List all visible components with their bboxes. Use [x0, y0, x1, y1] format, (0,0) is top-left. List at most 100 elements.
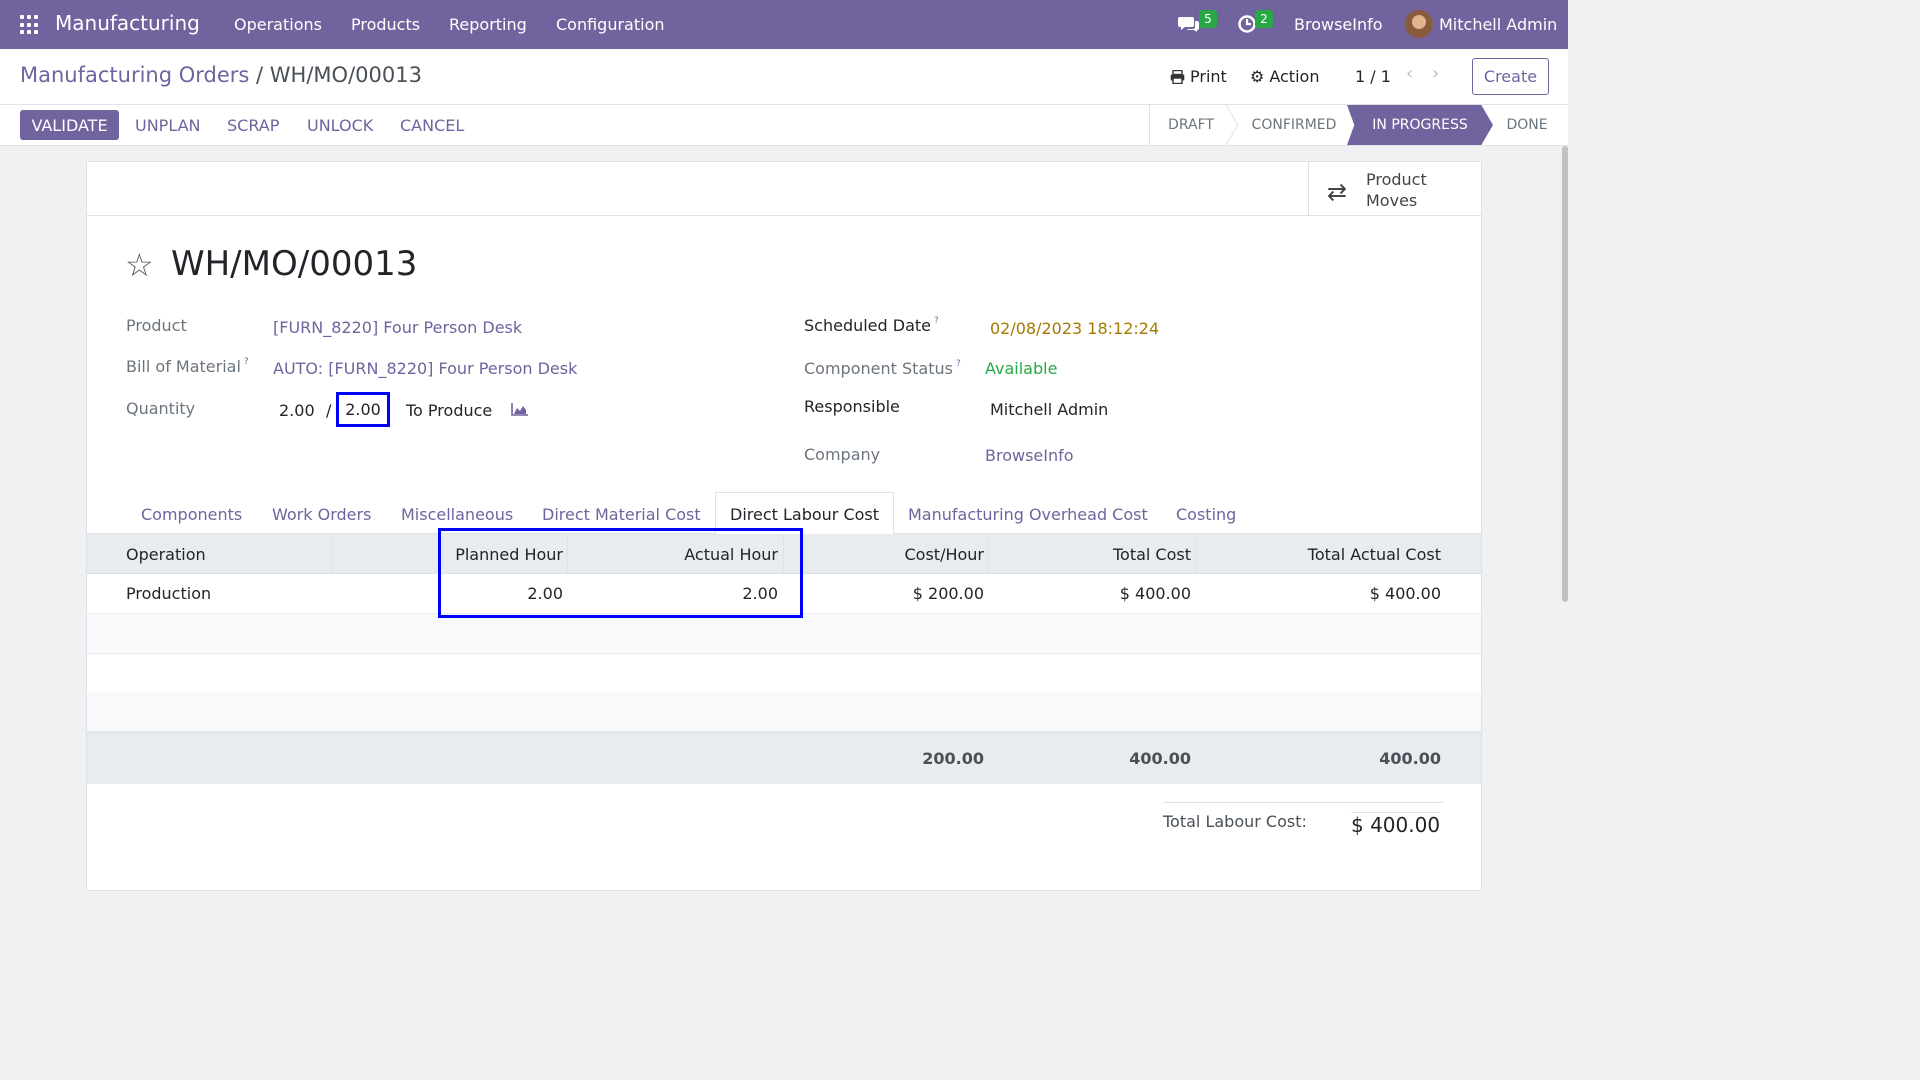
column-divider: [988, 534, 989, 574]
chat-bubbles-icon[interactable]: [1178, 14, 1200, 34]
table-footer: 200.00 400.00 400.00: [87, 732, 1481, 784]
tab-components[interactable]: Components: [141, 505, 242, 524]
breadcrumb-current: WH/MO/00013: [269, 63, 422, 87]
tab-manufacturing-overhead-cost[interactable]: Manufacturing Overhead Cost: [908, 505, 1148, 524]
stage-confirmed[interactable]: CONFIRMED: [1239, 105, 1349, 145]
app-menu-grid-icon[interactable]: [20, 15, 40, 35]
product-moves-line1: Product: [1366, 170, 1427, 189]
col-total-actual-cost[interactable]: Total Actual Cost: [1308, 545, 1441, 564]
company-field[interactable]: BrowseInfo: [985, 446, 1074, 465]
user-menu[interactable]: Mitchell Admin: [1439, 15, 1557, 34]
pager-value[interactable]: 1 / 1: [1355, 67, 1391, 86]
product-label: Product: [126, 316, 187, 335]
qty-produced: 2.00: [279, 401, 315, 420]
company-switcher[interactable]: BrowseInfo: [1294, 15, 1383, 34]
stage-done[interactable]: DONE: [1497, 105, 1557, 145]
cell-total-actual-cost: $ 400.00: [1369, 584, 1441, 603]
user-avatar[interactable]: [1405, 10, 1433, 38]
help-icon[interactable]: ?: [934, 316, 939, 326]
gear-icon: ⚙: [1250, 67, 1265, 86]
validate-button[interactable]: VALIDATE: [20, 110, 119, 140]
cancel-button[interactable]: CANCEL: [400, 116, 464, 135]
breadcrumb-parent[interactable]: Manufacturing Orders: [20, 63, 249, 87]
bom-field[interactable]: AUTO: [FURN_8220] Four Person Desk: [273, 359, 577, 378]
cell-operation: Production: [126, 584, 212, 603]
help-icon[interactable]: ?: [956, 359, 961, 369]
summary-divider: [1163, 802, 1443, 803]
company-label: Company: [804, 445, 881, 464]
record-title: WH/MO/00013: [171, 244, 418, 284]
cell-cost-hour: $ 200.00: [912, 584, 984, 603]
table-empty-row: [87, 653, 1481, 693]
stage-pipeline: DRAFT CONFIRMED IN PROGRESS DONE: [1149, 105, 1568, 146]
unlock-button[interactable]: UNLOCK: [307, 116, 373, 135]
top-navbar: Manufacturing Operations Products Report…: [0, 0, 1568, 49]
responsible-label: Responsible: [804, 397, 900, 416]
scheduled-date-label-text: Scheduled Date: [804, 316, 932, 335]
menu-configuration[interactable]: Configuration: [556, 15, 665, 34]
product-moves-button[interactable]: ⇄ Product Moves: [1308, 162, 1481, 215]
activity-clock-icon[interactable]: [1237, 14, 1257, 34]
stage-draft[interactable]: DRAFT: [1150, 105, 1232, 145]
area-chart-icon[interactable]: [511, 402, 529, 416]
page-scrollbar[interactable]: [1562, 146, 1568, 602]
messages-badge: 5: [1199, 10, 1217, 28]
scrap-button[interactable]: SCRAP: [227, 116, 279, 135]
product-field[interactable]: [FURN_8220] Four Person Desk: [273, 318, 522, 337]
form-sheet: ⇄ Product Moves ☆ WH/MO/00013 Product [F…: [86, 161, 1482, 891]
to-produce-label: To Produce: [406, 401, 493, 420]
tab-miscellaneous[interactable]: Miscellaneous: [401, 505, 513, 524]
app-name[interactable]: Manufacturing: [55, 11, 200, 35]
component-status-label-text: Component Status: [804, 359, 953, 378]
breadcrumb-separator: /: [249, 63, 270, 87]
stage-in-progress[interactable]: IN PROGRESS: [1347, 105, 1493, 145]
product-moves-label: Product Moves: [1366, 169, 1427, 211]
col-cost-hour[interactable]: Cost/Hour: [905, 545, 985, 564]
tab-work-orders[interactable]: Work Orders: [272, 505, 371, 524]
product-moves-line2: Moves: [1366, 191, 1418, 210]
status-bar: VALIDATE UNPLAN SCRAP UNLOCK CANCEL DRAF…: [0, 105, 1568, 146]
col-total-cost[interactable]: Total Cost: [1113, 545, 1191, 564]
activities-badge: 2: [1255, 10, 1273, 28]
unplan-button[interactable]: UNPLAN: [135, 116, 201, 135]
control-panel: Manufacturing Orders / WH/MO/00013 Print…: [0, 49, 1568, 105]
qty-separator: /: [326, 401, 332, 420]
col-operation[interactable]: Operation: [126, 545, 206, 564]
menu-operations[interactable]: Operations: [234, 15, 322, 34]
table-empty-row: [87, 614, 1481, 654]
breadcrumb: Manufacturing Orders / WH/MO/00013: [20, 63, 422, 87]
scheduled-date-field[interactable]: 02/08/2023 18:12:24: [990, 319, 1159, 338]
responsible-field[interactable]: Mitchell Admin: [990, 400, 1108, 419]
table-empty-row: [87, 692, 1481, 732]
action-button[interactable]: ⚙ Action: [1250, 67, 1319, 86]
column-divider: [331, 534, 332, 574]
star-icon[interactable]: ☆: [125, 246, 154, 284]
menu-reporting[interactable]: Reporting: [449, 15, 527, 34]
total-labour-cost-value: $ 400.00: [1351, 812, 1441, 837]
stage-arrow: [1225, 105, 1239, 145]
tab-direct-material-cost[interactable]: Direct Material Cost: [542, 505, 701, 524]
bom-label: Bill of Material?: [126, 357, 249, 376]
component-status-label: Component Status?: [804, 359, 961, 378]
qty-to-produce-field[interactable]: 2.00: [336, 392, 390, 427]
printer-icon: [1170, 69, 1185, 84]
footer-total-actual-cost: 400.00: [1379, 749, 1441, 768]
create-button[interactable]: Create: [1472, 58, 1549, 95]
help-icon[interactable]: ?: [244, 357, 249, 367]
exchange-arrows-icon: ⇄: [1327, 178, 1348, 206]
chevron-left-icon[interactable]: ‹: [1406, 63, 1413, 84]
column-divider: [1195, 534, 1196, 574]
total-labour-cost-label: Total Labour Cost:: [1163, 812, 1307, 831]
bom-label-text: Bill of Material: [126, 357, 241, 376]
footer-cost-hour: 200.00: [922, 749, 984, 768]
action-label: Action: [1269, 67, 1320, 86]
chevron-right-icon[interactable]: ›: [1432, 63, 1439, 84]
tab-costing[interactable]: Costing: [1176, 505, 1236, 524]
smart-button-box: ⇄ Product Moves: [87, 162, 1481, 216]
print-button[interactable]: Print: [1170, 67, 1227, 86]
quantity-label: Quantity: [126, 399, 196, 418]
scheduled-date-label: Scheduled Date?: [804, 316, 939, 335]
menu-products[interactable]: Products: [351, 15, 420, 34]
footer-total-cost: 400.00: [1129, 749, 1191, 768]
cell-total-cost: $ 400.00: [1119, 584, 1191, 603]
